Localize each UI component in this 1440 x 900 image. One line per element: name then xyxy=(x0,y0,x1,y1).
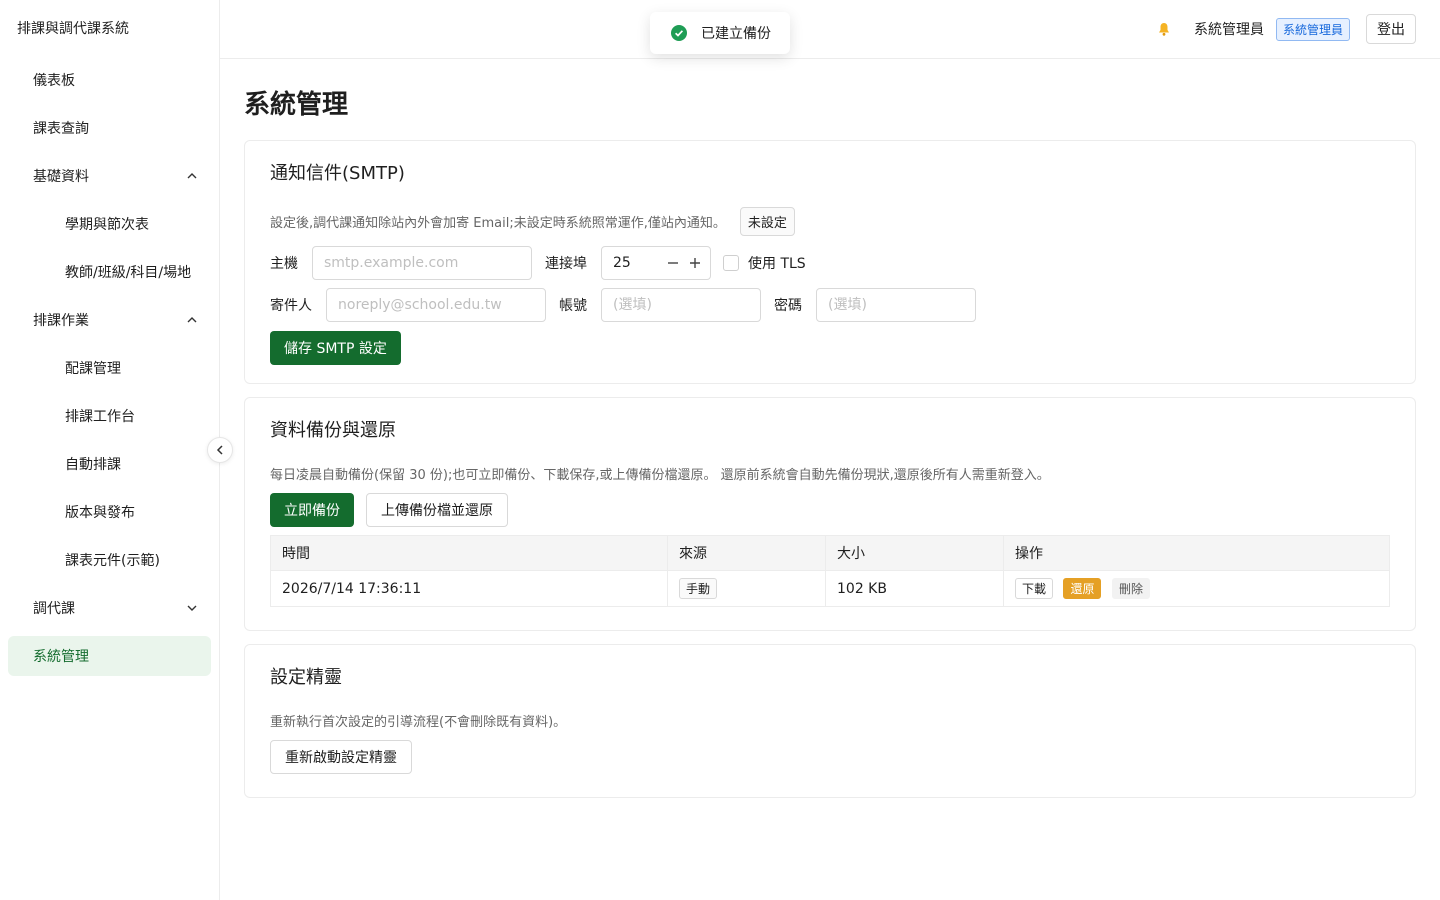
role-badge: 系統管理員 xyxy=(1275,17,1350,41)
upload-restore-button[interactable]: 上傳備份檔並還原 xyxy=(366,493,508,527)
sidebar-group-scheduling[interactable]: 排課作業 xyxy=(8,300,211,340)
restore-button[interactable]: 還原 xyxy=(1063,578,1102,599)
smtp-description-row: 設定後,調代課通知除站內外會加寄 Email;未設定時系統照常運作,僅站內通知。… xyxy=(270,207,1390,236)
password-label: 密碼 xyxy=(774,298,802,314)
sidebar-item-teachers-classes[interactable]: 教師/班級/科目/場地 xyxy=(8,252,211,292)
backup-source-cell: 手動 xyxy=(667,570,826,607)
top-header: 系統管理員 系統管理員 登出 xyxy=(220,0,1440,59)
backup-description-row: 每日凌晨自動備份(保留 30 份);也可立即備份、下載保存,或上傳備份檔還原。 … xyxy=(270,464,1390,483)
backup-actions-cell: 下載 還原 刪除 xyxy=(1003,570,1390,607)
sidebar-item-label: 學期與節次表 xyxy=(65,217,149,233)
column-header-time: 時間 xyxy=(270,535,668,571)
sidebar-item-semester-periods[interactable]: 學期與節次表 xyxy=(8,204,211,244)
plus-icon[interactable] xyxy=(684,252,706,274)
backup-table: 時間 來源 大小 操作 2026/7/14 17:36:11 手動 102 KB xyxy=(270,535,1390,607)
username: 系統管理員 xyxy=(1193,22,1264,38)
chevron-down-icon xyxy=(185,601,199,615)
chevron-left-icon xyxy=(216,445,223,455)
host-label: 主機 xyxy=(270,256,298,272)
backup-size: 102 KB xyxy=(825,570,1004,607)
sidebar-item-workbench[interactable]: 排課工作台 xyxy=(8,396,211,436)
app-root: 排課與調代課系統 儀表板 課表查詢 基礎資料 學期與節次表 教師/班級/科目/場… xyxy=(0,0,1440,900)
sender-label: 寄件人 xyxy=(270,298,312,314)
smtp-description: 設定後,調代課通知除站內外會加寄 Email;未設定時系統照常運作,僅站內通知。 xyxy=(270,216,726,231)
save-smtp-button[interactable]: 儲存 SMTP 設定 xyxy=(270,331,401,365)
backup-card: 資料備份與還原 每日凌晨自動備份(保留 30 份);也可立即備份、下載保存,或上… xyxy=(244,397,1416,631)
host-input[interactable] xyxy=(312,246,532,280)
sidebar-item-label: 課表查詢 xyxy=(33,121,89,137)
backup-description: 每日凌晨自動備份(保留 30 份);也可立即備份、下載保存,或上傳備份檔還原。 … xyxy=(270,468,1050,483)
main-content: 系統管理 通知信件(SMTP) 設定後,調代課通知除站內外會加寄 Email;未… xyxy=(244,59,1416,811)
sidebar-item-dashboard[interactable]: 儀表板 xyxy=(8,60,211,100)
delete-button[interactable]: 刪除 xyxy=(1111,578,1150,599)
sidebar-group-basic-data[interactable]: 基礎資料 xyxy=(8,156,211,196)
restart-wizard-button[interactable]: 重新啟動設定精靈 xyxy=(270,740,412,774)
bell-icon[interactable] xyxy=(1156,21,1172,37)
password-input[interactable] xyxy=(816,288,976,322)
source-badge: 手動 xyxy=(679,578,718,599)
sidebar-item-label: 課表元件(示範) xyxy=(65,553,160,569)
column-header-source: 來源 xyxy=(667,535,826,571)
chevron-up-icon xyxy=(185,169,199,183)
sidebar-item-label: 基礎資料 xyxy=(33,169,89,185)
tls-label: 使用 TLS xyxy=(748,256,806,272)
wizard-card: 設定精靈 重新執行首次設定的引導流程(不會刪除既有資料)。 重新啟動設定精靈 xyxy=(244,644,1416,798)
table-header-row: 時間 來源 大小 操作 xyxy=(270,535,1390,571)
smtp-host-row: 主機 連接埠 25 使用 TLS xyxy=(270,246,1390,280)
sidebar-item-label: 配課管理 xyxy=(65,361,121,377)
sidebar: 排課與調代課系統 儀表板 課表查詢 基礎資料 學期與節次表 教師/班級/科目/場… xyxy=(0,0,220,900)
sidebar-item-label: 系統管理 xyxy=(33,649,89,665)
backup-time: 2026/7/14 17:36:11 xyxy=(270,570,668,607)
sidebar-item-label: 儀表板 xyxy=(33,73,75,89)
download-button[interactable]: 下載 xyxy=(1015,578,1054,599)
smtp-card: 通知信件(SMTP) 設定後,調代課通知除站內外會加寄 Email;未設定時系統… xyxy=(244,140,1416,384)
check-circle-icon xyxy=(671,25,687,41)
smtp-title: 通知信件(SMTP) xyxy=(270,163,405,184)
smtp-sender-row: 寄件人 帳號 密碼 xyxy=(270,288,1390,322)
wizard-title: 設定精靈 xyxy=(270,667,342,688)
sidebar-item-label: 調代課 xyxy=(33,601,75,617)
minus-icon[interactable] xyxy=(662,252,684,274)
wizard-description-row: 重新執行首次設定的引導流程(不會刪除既有資料)。 xyxy=(270,711,1390,730)
sidebar-item-system-admin[interactable]: 系統管理 xyxy=(8,636,211,676)
sidebar-item-versions[interactable]: 版本與發布 xyxy=(8,492,211,532)
sidebar-item-components-demo[interactable]: 課表元件(示範) xyxy=(8,540,211,580)
sidebar-item-label: 排課作業 xyxy=(33,313,89,329)
account-input[interactable] xyxy=(601,288,761,322)
sidebar-item-label: 教師/班級/科目/場地 xyxy=(65,265,192,281)
port-stepper[interactable]: 25 xyxy=(601,246,711,280)
sidebar-item-label: 排課工作台 xyxy=(65,409,135,425)
sender-input[interactable] xyxy=(326,288,546,322)
sidebar-menu: 儀表板 課表查詢 基礎資料 學期與節次表 教師/班級/科目/場地 排課作業 配課… xyxy=(0,60,219,676)
sidebar-item-auto-schedule[interactable]: 自動排課 xyxy=(8,444,211,484)
sidebar-item-label: 版本與發布 xyxy=(65,505,135,521)
tls-checkbox[interactable] xyxy=(723,255,739,271)
toast-notification: 已建立備份 xyxy=(650,12,790,54)
chevron-up-icon xyxy=(185,313,199,327)
port-label: 連接埠 xyxy=(545,256,587,272)
sidebar-item-assignment[interactable]: 配課管理 xyxy=(8,348,211,388)
column-header-actions: 操作 xyxy=(1003,535,1390,571)
toast-message: 已建立備份 xyxy=(701,26,771,42)
sidebar-item-label: 自動排課 xyxy=(65,457,121,473)
page-title: 系統管理 xyxy=(244,90,349,120)
table-row: 2026/7/14 17:36:11 手動 102 KB 下載 還原 刪除 xyxy=(270,570,1390,607)
logout-button[interactable]: 登出 xyxy=(1366,14,1416,44)
smtp-status-badge: 未設定 xyxy=(739,207,795,236)
app-title: 排課與調代課系統 xyxy=(17,21,129,37)
sidebar-item-schedule-query[interactable]: 課表查詢 xyxy=(8,108,211,148)
port-value: 25 xyxy=(613,255,631,271)
backup-actions: 立即備份 上傳備份檔並還原 xyxy=(270,493,1390,527)
sidebar-group-substitution[interactable]: 調代課 xyxy=(8,588,211,628)
backup-title: 資料備份與還原 xyxy=(270,420,396,441)
smtp-actions: 儲存 SMTP 設定 xyxy=(270,331,1390,365)
sidebar-collapse-button[interactable] xyxy=(207,437,233,463)
column-header-size: 大小 xyxy=(825,535,1004,571)
wizard-description: 重新執行首次設定的引導流程(不會刪除既有資料)。 xyxy=(270,715,567,730)
backup-now-button[interactable]: 立即備份 xyxy=(270,493,354,527)
account-label: 帳號 xyxy=(559,298,587,314)
